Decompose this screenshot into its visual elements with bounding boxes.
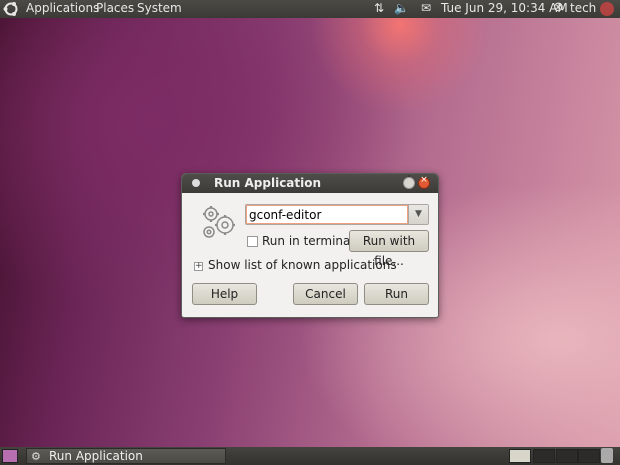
taskbar-item-run-application[interactable]: ⚙ Run Application (26, 448, 226, 464)
window-menu-icon[interactable] (192, 179, 200, 187)
gears-icon (203, 206, 235, 238)
show-desktop-icon[interactable] (2, 449, 18, 463)
bottom-panel: ⚙ Run Application (0, 447, 620, 465)
user-status-icon[interactable]: ⊗ (553, 0, 564, 15)
trash-icon[interactable] (601, 448, 613, 463)
cancel-button[interactable]: Cancel (293, 283, 358, 305)
workspace-3[interactable] (556, 449, 578, 463)
workspace-4[interactable] (578, 449, 600, 463)
show-known-applications-expander[interactable]: Show list of known applications (208, 258, 397, 272)
run-button[interactable]: Run (364, 283, 429, 305)
menu-applications[interactable]: Applications (26, 1, 99, 15)
user-name[interactable]: tech (570, 1, 596, 15)
chevron-down-icon: ˅ (406, 175, 412, 185)
gears-icon: ⚙ (31, 450, 41, 463)
power-icon[interactable] (600, 2, 614, 16)
workspace-2[interactable] (533, 449, 555, 463)
volume-icon[interactable]: 🔈 (394, 1, 409, 15)
run-in-terminal-checkbox[interactable] (247, 236, 258, 247)
clock[interactable]: Tue Jun 29, 10:34 AM (441, 1, 568, 15)
menu-places[interactable]: Places (96, 1, 134, 15)
top-panel: Applications Places System ⇅ 🔈 ✉ Tue Jun… (0, 0, 620, 18)
command-combo: ▼ (245, 204, 429, 225)
expander-plus-icon[interactable]: + (194, 262, 203, 271)
close-icon: × (420, 175, 428, 185)
combo-dropdown-button[interactable]: ▼ (408, 205, 428, 224)
command-input[interactable] (246, 205, 408, 224)
run-application-dialog: Run Application ˅ × ▼ Run in terminal Ru… (181, 173, 439, 318)
minimize-button[interactable]: ˅ (403, 175, 415, 189)
close-button[interactable]: × (418, 175, 430, 189)
dialog-titlebar[interactable]: Run Application ˅ × (182, 174, 438, 193)
dialog-title: Run Application (214, 176, 322, 190)
ubuntu-logo-icon[interactable] (3, 1, 19, 17)
mail-icon[interactable]: ✉ (421, 1, 431, 15)
help-button[interactable]: Help (192, 283, 257, 305)
run-in-terminal-label[interactable]: Run in terminal (262, 234, 354, 248)
taskbar-item-label: Run Application (49, 449, 143, 463)
menu-system[interactable]: System (137, 1, 182, 15)
network-icon[interactable]: ⇅ (374, 1, 384, 15)
triangle-down-icon: ▼ (415, 209, 422, 219)
run-with-file-button[interactable]: Run with file... (349, 230, 429, 268)
workspace-1[interactable] (509, 449, 531, 463)
